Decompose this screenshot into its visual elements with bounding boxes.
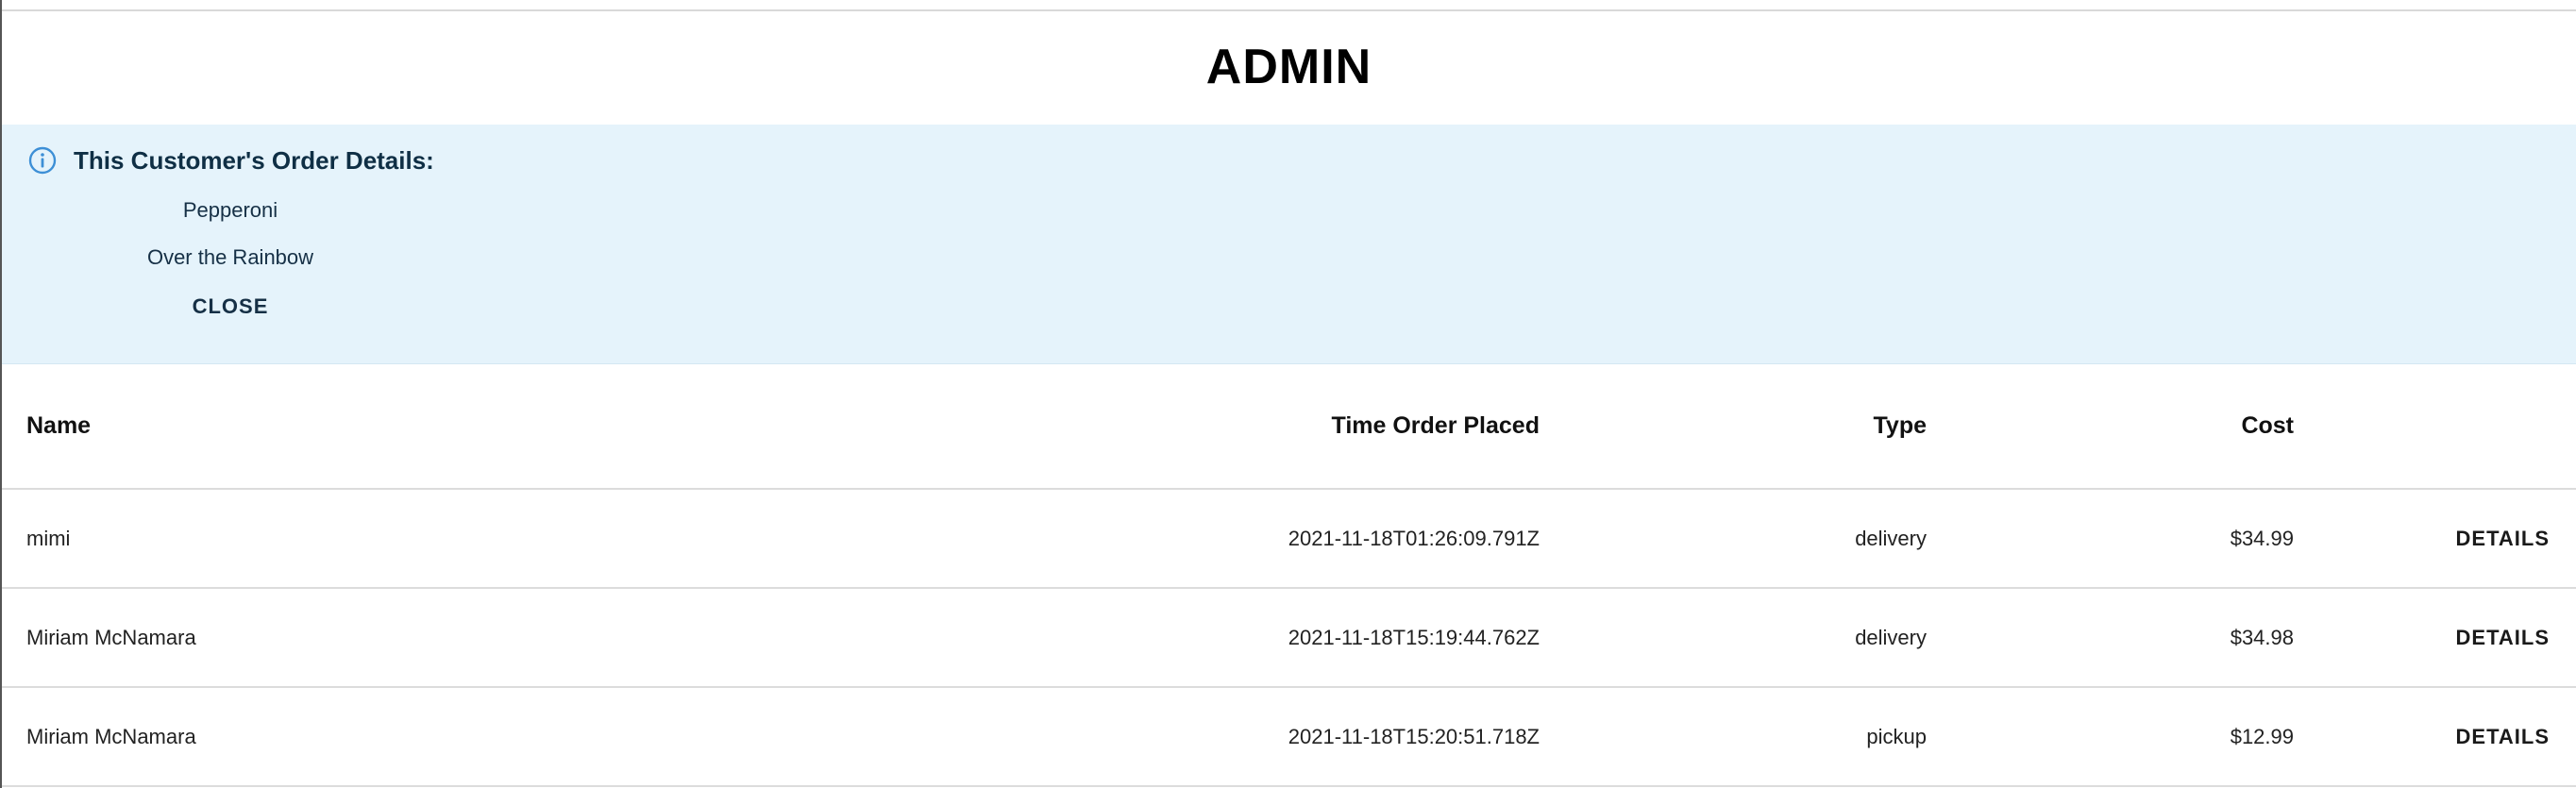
cell-name: Miriam McNamara [2,588,995,688]
info-icon [26,144,59,176]
order-items-list: Pepperoni Over the Rainbow [2,196,459,291]
column-header-name: Name [2,363,995,490]
column-header-type: Type [1564,363,1951,490]
details-button[interactable]: DETAILS [2456,626,2550,650]
cell-type: delivery [1564,489,1951,589]
cell-cost: $12.99 [1951,687,2318,787]
cell-name: mimi [2,489,995,589]
order-details-alert: This Customer's Order Details: Pepperoni… [2,125,2576,364]
cell-actions: DETAILS [2318,588,2576,688]
column-header-actions [2318,363,2576,490]
cell-time: 2021-11-18T15:20:51.718Z [995,687,1564,787]
cell-time: 2021-11-18T01:26:09.791Z [995,489,1564,589]
cell-type: pickup [1564,687,1951,787]
table-header-row: Name Time Order Placed Type Cost [2,363,2576,490]
details-button[interactable]: DETAILS [2456,527,2550,551]
cell-actions: DETAILS [2318,687,2576,787]
table-row: mimi 2021-11-18T01:26:09.791Z delivery $… [2,489,2576,589]
cell-cost: $34.98 [1951,588,2318,688]
cell-actions: DETAILS [2318,489,2576,589]
cell-time: 2021-11-18T15:19:44.762Z [995,588,1564,688]
orders-table: Name Time Order Placed Type Cost mimi 20… [2,363,2576,787]
cell-type: delivery [1564,588,1951,688]
admin-page: ADMIN This Customer's Order Details: Pep… [0,0,2576,788]
order-item: Pepperoni [182,198,278,222]
cell-cost: $34.99 [1951,489,2318,589]
close-button[interactable]: CLOSE [2,285,459,328]
order-item: Over the Rainbow [146,245,314,269]
cell-name: Miriam McNamara [2,687,995,787]
details-button[interactable]: DETAILS [2456,725,2550,749]
page-title: ADMIN [1205,40,1372,94]
column-header-cost: Cost [1951,363,2318,490]
alert-heading: This Customer's Order Details: [74,146,434,175]
column-header-time: Time Order Placed [995,363,1564,490]
table-row: Miriam McNamara 2021-11-18T15:20:51.718Z… [2,687,2576,787]
top-divider [2,9,2576,11]
table-row: Miriam McNamara 2021-11-18T15:19:44.762Z… [2,588,2576,688]
